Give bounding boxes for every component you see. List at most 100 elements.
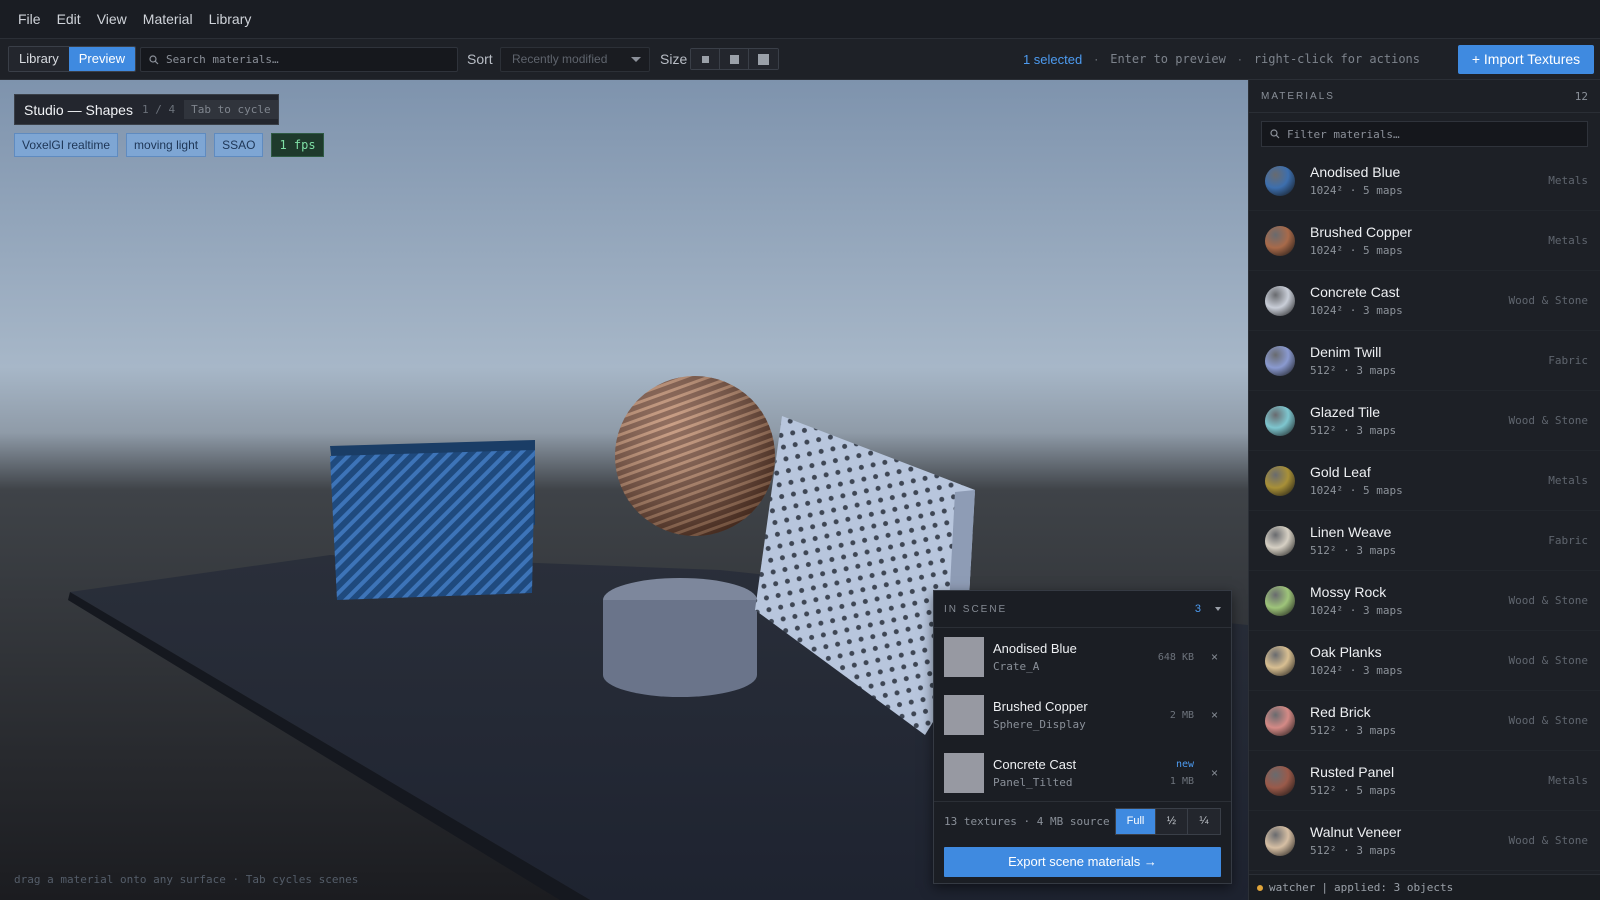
status-footer: watcher | applied: 3 objects: [1249, 874, 1600, 900]
menu-view[interactable]: View: [89, 0, 135, 39]
tab-preview[interactable]: Preview: [68, 47, 135, 71]
material-preview-sphere: [1265, 765, 1295, 796]
size-label: Size: [660, 51, 688, 67]
material-meta: 1024² · 3 maps: [1310, 664, 1403, 677]
export-scene-materials-button[interactable]: Export scene materials →: [944, 847, 1221, 877]
menu-material[interactable]: Material: [135, 0, 201, 39]
material-category: Wood & Stone: [1508, 834, 1588, 847]
chip-moving-light[interactable]: moving light: [126, 133, 207, 157]
import-textures-button[interactable]: + Import Textures: [1458, 45, 1594, 74]
separator-dot: ·: [1094, 52, 1099, 66]
sort-select[interactable]: Recently modified: [500, 47, 650, 72]
material-category: Metals: [1548, 774, 1588, 787]
size-medium-button[interactable]: [720, 49, 749, 69]
material-preview-sphere: [1265, 165, 1295, 196]
material-list-item[interactable]: Linen Weave 512² · 3 maps Fabric: [1249, 511, 1600, 571]
material-list-item[interactable]: Glazed Tile 512² · 3 maps Wood & Stone: [1249, 391, 1600, 451]
in-scene-material-name: Brushed Copper: [993, 699, 1088, 714]
selection-status: 1 selected · Enter to preview · right-cl…: [1023, 39, 1420, 80]
material-preview-sphere: [1265, 285, 1295, 316]
resolution-full-button[interactable]: Full: [1116, 809, 1156, 834]
scene-title: Studio — Shapes: [24, 101, 133, 118]
chip-voxelgi[interactable]: VoxelGI realtime: [14, 133, 119, 157]
material-category: Wood & Stone: [1508, 714, 1588, 727]
new-badge: new: [1175, 759, 1194, 770]
search-icon: [149, 54, 159, 64]
material-preview-sphere: [1265, 405, 1295, 436]
resolution-half-button[interactable]: ½: [1156, 809, 1188, 834]
material-list-item[interactable]: Concrete Cast 1024² · 3 maps Wood & Stone: [1249, 271, 1600, 331]
material-meta: 512² · 5 maps: [1310, 784, 1397, 797]
resolution-quarter-button[interactable]: ¼: [1188, 809, 1220, 834]
in-scene-row[interactable]: Brushed Copper Sphere_Display 2 MB ×: [934, 686, 1231, 744]
in-scene-count: 3: [1194, 603, 1201, 615]
material-list-item[interactable]: Anodised Blue 1024² · 5 maps Metals: [1249, 151, 1600, 211]
in-scene-object-name: Panel_Tilted: [993, 776, 1073, 789]
material-preview-sphere: [1265, 645, 1295, 676]
material-list-item[interactable]: Mossy Rock 1024² · 3 maps Wood & Stone: [1249, 571, 1600, 631]
view-mode-toggle: Library Preview: [8, 46, 136, 72]
chevron-down-icon: [631, 57, 641, 62]
material-name: Brushed Copper: [1310, 224, 1412, 240]
material-swatch: [944, 695, 984, 735]
material-category: Metals: [1548, 474, 1588, 487]
selected-count: 1 selected: [1022, 52, 1083, 67]
toolbar: Library Preview Search materials… Sort R…: [0, 39, 1600, 80]
materials-header: MATERIALS 12: [1249, 80, 1600, 113]
menu-edit[interactable]: Edit: [49, 0, 89, 39]
material-category: Metals: [1548, 174, 1588, 187]
footer-separator: |: [1321, 881, 1328, 894]
scene-index: 1 / 4: [141, 103, 176, 116]
material-list-item[interactable]: Red Brick 512² · 3 maps Wood & Stone: [1249, 691, 1600, 751]
sort-label: Sort: [467, 51, 493, 67]
in-scene-size: 2 MB: [1169, 709, 1194, 721]
plus-icon: +: [1471, 51, 1481, 67]
search-input[interactable]: Search materials…: [140, 47, 458, 72]
material-list-item[interactable]: Oak Planks 1024² · 3 maps Wood & Stone: [1249, 631, 1600, 691]
material-meta: 1024² · 3 maps: [1310, 304, 1403, 317]
chip-ssao[interactable]: SSAO: [214, 133, 264, 157]
materials-list: Anodised Blue 1024² · 5 maps Metals Brushed…: [1249, 151, 1600, 871]
collapse-caret-icon[interactable]: [1215, 607, 1221, 611]
scene-title-bar: Studio — Shapes 1 / 4 Tab to cycle: [14, 94, 279, 125]
hint-preview: Enter to preview: [1110, 52, 1226, 66]
material-category: Wood & Stone: [1508, 414, 1588, 427]
in-scene-size-block: new 1 MB: [1170, 759, 1194, 787]
material-list-item[interactable]: Brushed Copper 1024² · 5 maps Metals: [1249, 211, 1600, 271]
in-scene-row[interactable]: Anodised Blue Crate_A 648 KB ×: [934, 628, 1231, 686]
menu-library[interactable]: Library: [201, 0, 260, 39]
in-scene-footer: 13 textures · 4 MB source Full ½ ¼: [934, 801, 1231, 841]
size-small-button[interactable]: [691, 49, 720, 69]
close-icon[interactable]: ×: [1211, 650, 1221, 664]
material-list-item[interactable]: Rusted Panel 512² · 5 maps Metals: [1249, 751, 1600, 811]
material-meta: 512² · 3 maps: [1310, 544, 1397, 557]
material-category: Fabric: [1548, 354, 1588, 367]
material-list-item[interactable]: Denim Twill 512² · 3 maps Fabric: [1249, 331, 1600, 391]
material-name: Concrete Cast: [1310, 284, 1400, 300]
tab-library[interactable]: Library: [9, 47, 69, 71]
menu-file[interactable]: File: [10, 0, 49, 39]
close-icon[interactable]: ×: [1211, 766, 1221, 780]
material-preview-sphere: [1265, 825, 1295, 856]
material-list-item[interactable]: Gold Leaf 1024² · 5 maps Metals: [1249, 451, 1600, 511]
in-scene-panel: IN SCENE 3 Anodised Blue Crate_A 648 KB …: [933, 590, 1232, 884]
material-preview-sphere: [1265, 705, 1295, 736]
search-placeholder: Search materials…: [166, 53, 279, 66]
material-preview-sphere: [1265, 345, 1295, 376]
close-icon[interactable]: ×: [1211, 708, 1221, 722]
material-meta: 1024² · 5 maps: [1310, 484, 1403, 497]
filter-materials-input[interactable]: Filter materials…: [1261, 121, 1588, 147]
viewport-hint: drag a material onto any surface · Tab c…: [14, 873, 359, 886]
in-scene-row[interactable]: Concrete Cast Panel_Tilted new 1 MB ×: [934, 744, 1231, 802]
applied-status: applied: 3 objects: [1333, 881, 1454, 894]
square-small-icon: [701, 55, 709, 63]
filter-placeholder: Filter materials…: [1287, 127, 1400, 141]
size-large-button[interactable]: [749, 49, 778, 69]
in-scene-object-name: Crate_A: [993, 660, 1040, 673]
square-medium-icon: [729, 54, 739, 64]
material-category: Metals: [1548, 234, 1588, 247]
material-meta: 512² · 3 maps: [1310, 724, 1397, 737]
materials-count: 12: [1574, 89, 1588, 103]
material-list-item[interactable]: Walnut Veneer 512² · 3 maps Wood & Stone: [1249, 811, 1600, 871]
material-category: Wood & Stone: [1508, 654, 1588, 667]
